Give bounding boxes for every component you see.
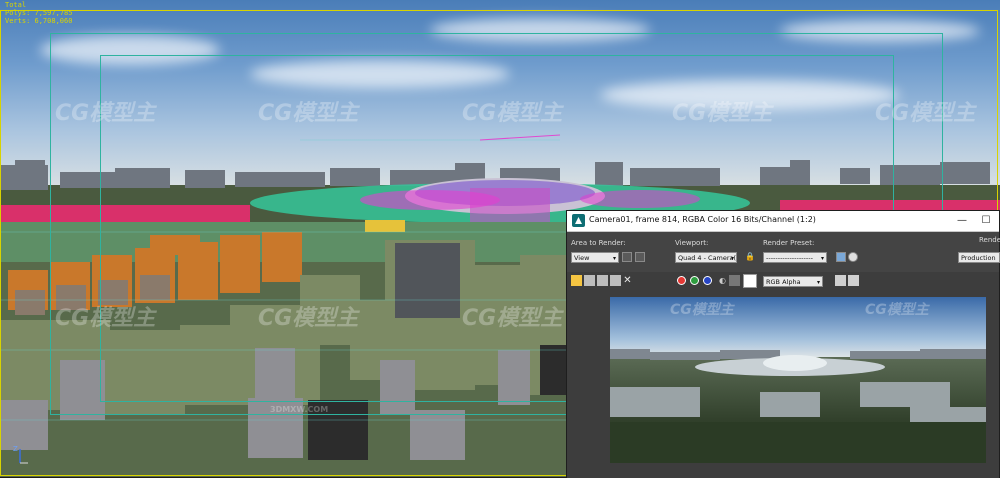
watermark-url: 3DMXW.COM (270, 405, 329, 414)
render-button-label: Rende (979, 236, 1000, 244)
watermark: CG模型主 (865, 302, 929, 318)
auto-region-icon[interactable] (635, 252, 645, 262)
chevron-down-icon: ▾ (730, 255, 734, 262)
render-setup-icon[interactable] (836, 252, 846, 262)
toggle-ui-icon[interactable] (848, 275, 859, 286)
environment-icon[interactable] (848, 252, 858, 262)
chevron-down-icon: ▾ (612, 255, 616, 262)
toggle-ui-overlay-icon[interactable] (835, 275, 846, 286)
rendered-frame-window[interactable]: Camera01, frame 814, RGBA Color 16 Bits/… (566, 210, 1000, 478)
area-to-render-value: View (574, 254, 590, 262)
render-preset-value: -------------------- (766, 254, 813, 262)
copy-image-icon[interactable] (584, 275, 595, 286)
display-channel-value: RGB Alpha (766, 278, 801, 286)
render-mode-dropdown[interactable]: Production (958, 252, 1000, 263)
watermark: CG模型主 (670, 302, 734, 318)
watermark: CG模型主 (258, 306, 359, 331)
save-image-icon[interactable] (571, 275, 582, 286)
clear-image-icon[interactable]: ✕ (622, 275, 633, 286)
watermark: CG模型主 (55, 101, 156, 126)
green-channel-toggle[interactable] (690, 276, 699, 285)
axis-tripod-icon: Z (10, 445, 30, 467)
stats-total: Total (5, 1, 27, 9)
maximize-button[interactable]: ☐ (975, 213, 997, 229)
chevron-down-icon: ▾ (816, 279, 820, 286)
stats-verts: Verts: 6,708,060 (5, 17, 73, 25)
window-title: Camera01, frame 814, RGBA Color 16 Bits/… (589, 215, 816, 224)
swatch-color[interactable] (743, 274, 757, 288)
lock-icon[interactable]: 🔒 (745, 252, 755, 261)
viewport-label: Viewport: (675, 239, 709, 247)
watermark: CG模型主 (462, 101, 563, 126)
rendered-image: CG模型主 CG模型主 (610, 297, 986, 463)
chevron-down-icon: ▾ (820, 255, 824, 262)
minimize-button[interactable]: — (951, 213, 973, 229)
area-to-render-dropdown[interactable]: View ▾ (571, 252, 619, 263)
blue-channel-toggle[interactable] (703, 276, 712, 285)
stats-polys: Polys: 7,597,785 (5, 9, 73, 17)
edit-region-icon[interactable] (622, 252, 632, 262)
axis-label-z: Z (13, 445, 18, 453)
render-preset-label: Render Preset: (763, 239, 815, 247)
frame-buffer-toolbar: ✕ ◐ RGB Alpha ▾ (567, 272, 999, 290)
alpha-channel-toggle[interactable]: ◐ (717, 275, 728, 286)
statistics-overlay: Total Polys: 7,597,785 Verts: 6,708,060 (5, 1, 72, 25)
rendered-scene (610, 349, 986, 463)
watermark: CG模型主 (875, 101, 976, 126)
area-to-render-label: Area to Render: (571, 239, 626, 247)
display-channel-dropdown[interactable]: RGB Alpha ▾ (763, 276, 823, 287)
red-channel-toggle[interactable] (677, 276, 686, 285)
viewport-value: Quad 4 - Camera( (678, 254, 737, 262)
render-settings-toolbar: Area to Render: View ▾ Viewport: Quad 4 -… (567, 232, 1000, 272)
watermark: CG模型主 (258, 101, 359, 126)
rendered-image-area[interactable]: CG模型主 CG模型主 (567, 290, 999, 478)
window-titlebar[interactable]: Camera01, frame 814, RGBA Color 16 Bits/… (567, 211, 999, 232)
watermark: CG模型主 (462, 306, 563, 331)
clone-window-icon[interactable] (597, 275, 608, 286)
watermark: CG模型主 (55, 306, 156, 331)
render-mode-value: Production (961, 254, 996, 262)
3dsmax-app-icon (572, 214, 585, 227)
monochrome-toggle[interactable] (729, 275, 740, 286)
watermark: CG模型主 (672, 101, 773, 126)
print-image-icon[interactable] (610, 275, 621, 286)
render-preset-dropdown[interactable]: -------------------- ▾ (763, 252, 827, 263)
viewport-dropdown[interactable]: Quad 4 - Camera(▾ (675, 252, 737, 263)
